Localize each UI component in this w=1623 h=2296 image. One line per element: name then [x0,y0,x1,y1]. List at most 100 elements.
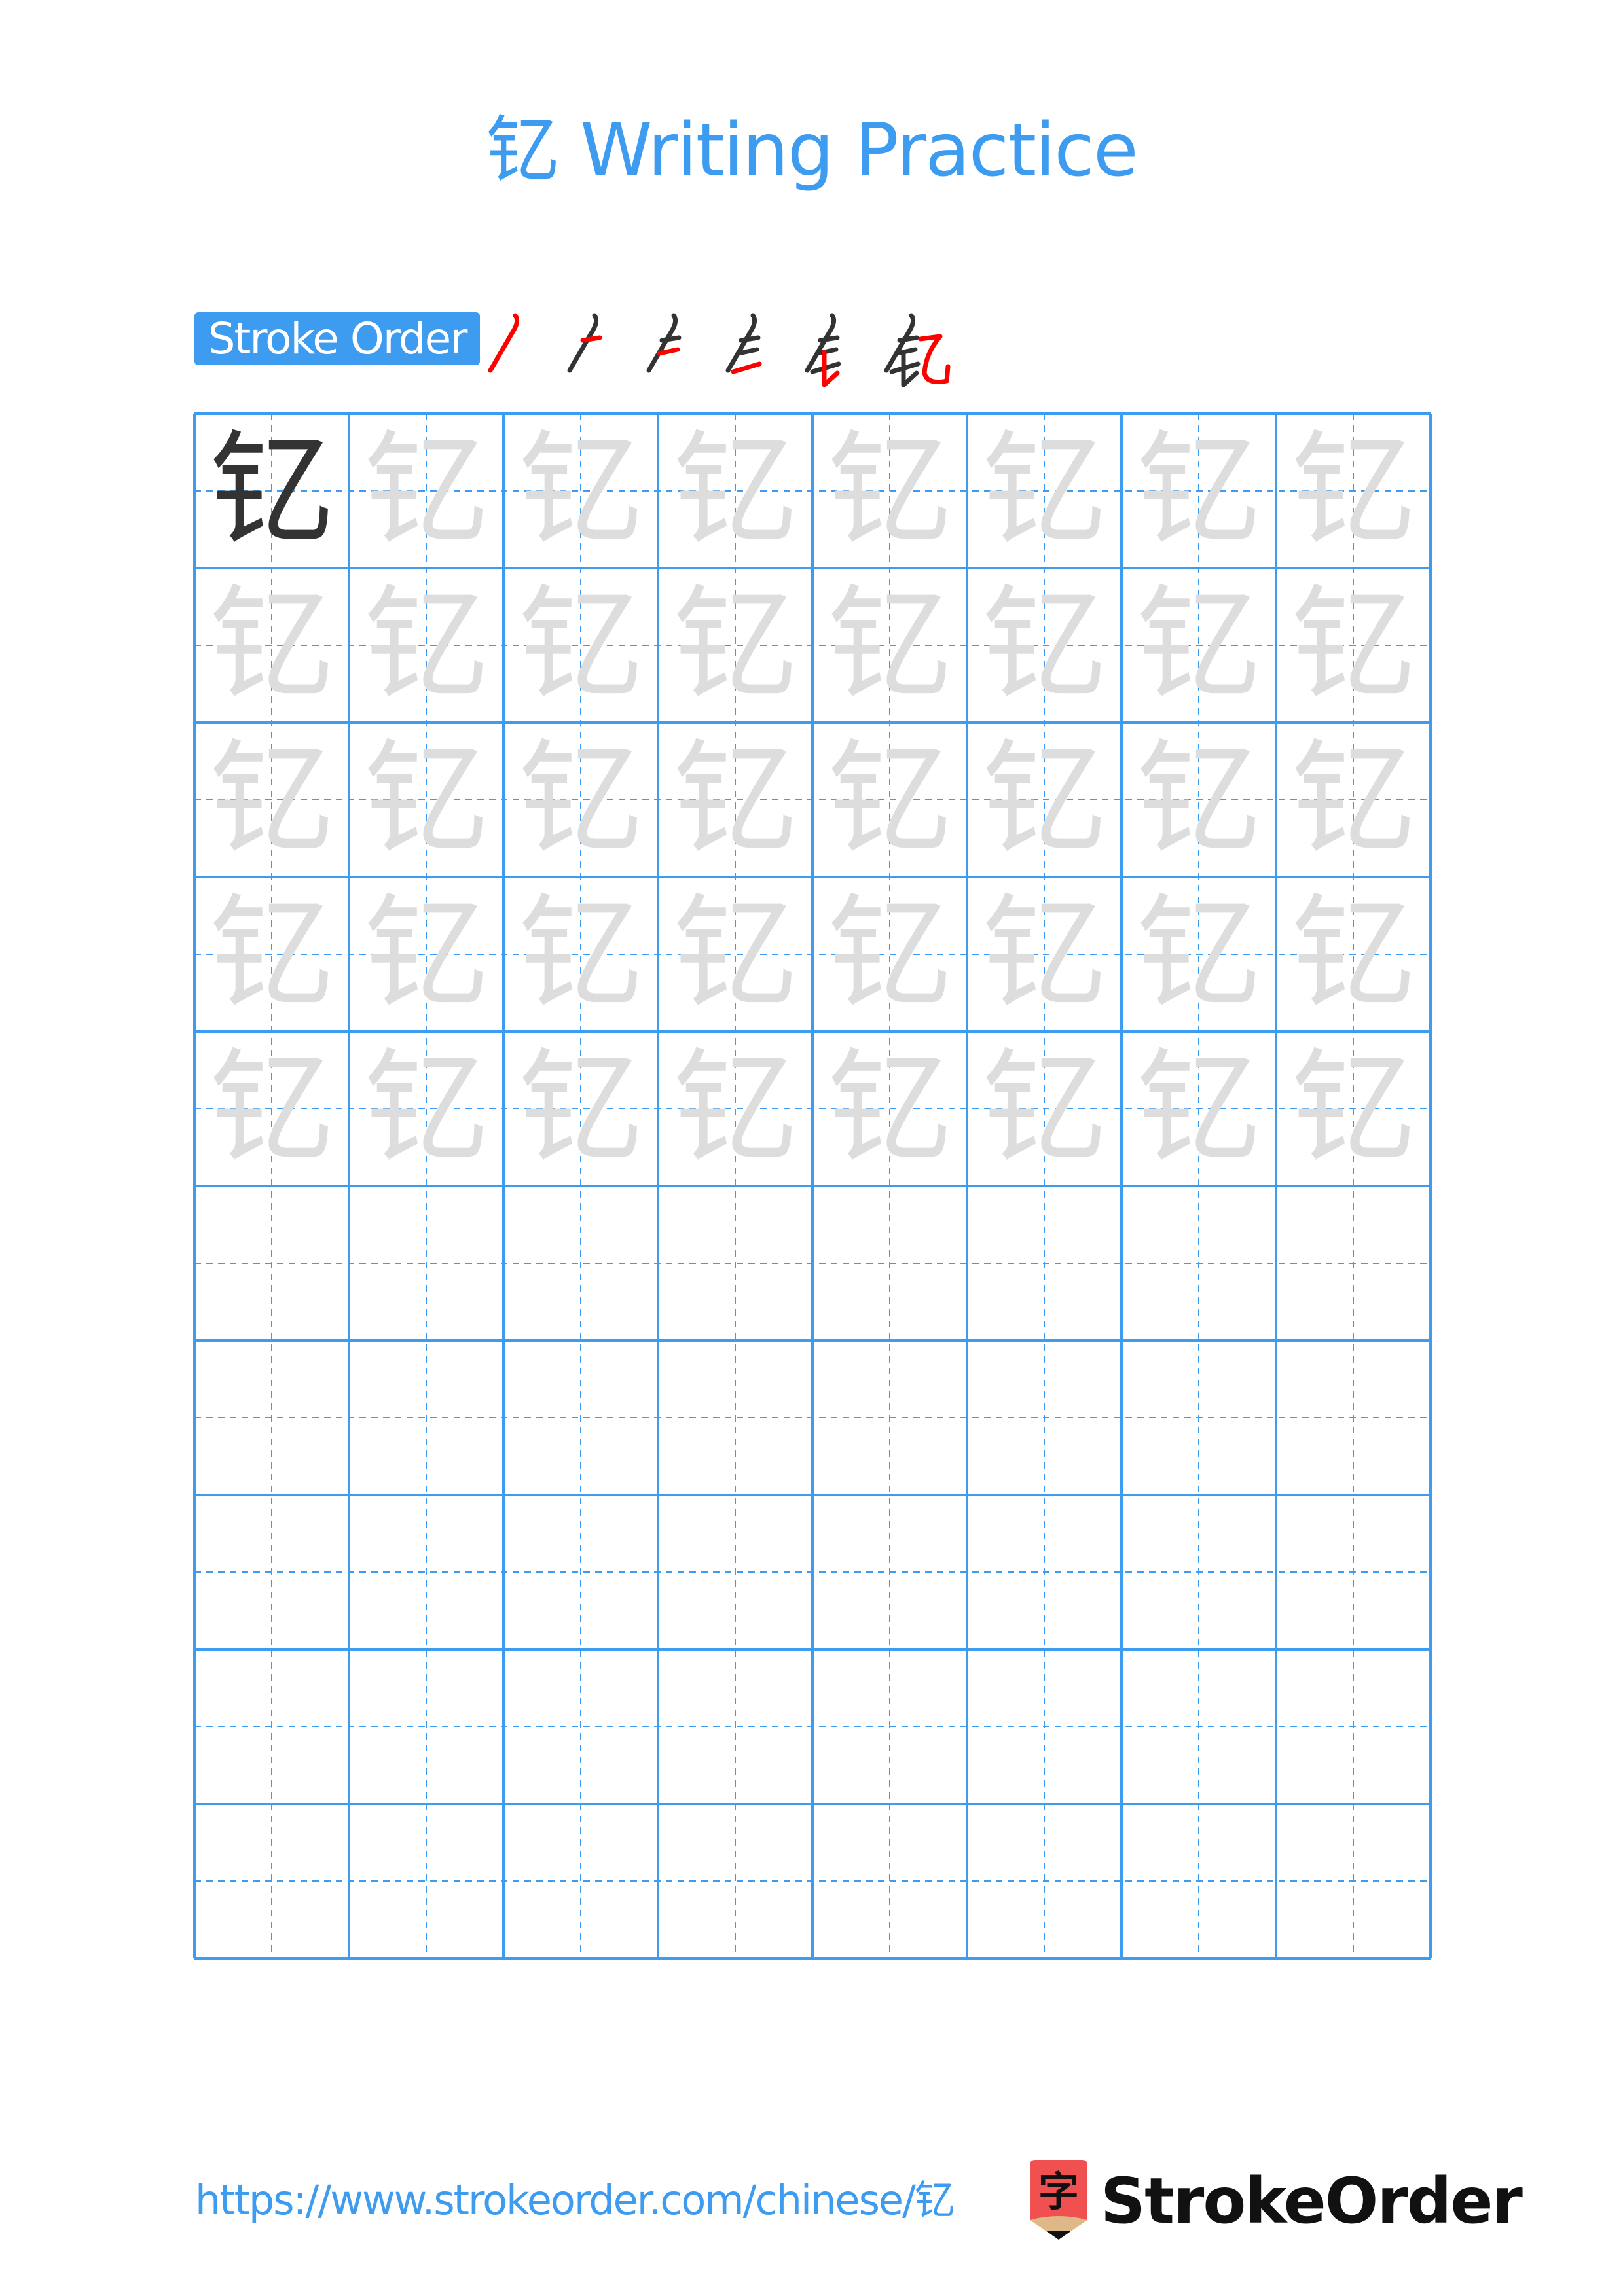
current-stroke [731,361,762,374]
practice-cell[interactable] [349,568,503,723]
practice-cell[interactable] [1122,1495,1276,1649]
previous-stroke [805,313,837,373]
practice-cell[interactable] [967,568,1122,723]
practice-cell[interactable] [812,414,967,568]
practice-cell[interactable] [812,723,967,877]
practice-cell[interactable] [503,1340,658,1495]
practice-cell[interactable] [658,1031,812,1186]
practice-cell[interactable] [1276,1186,1431,1340]
practice-cell[interactable] [1276,723,1431,877]
practice-cell[interactable] [658,1649,812,1804]
practice-cell[interactable] [967,723,1122,877]
stroke-step-glyph [805,313,841,387]
stroke-step-6 [877,308,951,393]
practice-cell[interactable] [1122,877,1276,1031]
stroke-step-2 [560,308,632,393]
practice-cell[interactable] [503,877,658,1031]
practice-cell[interactable] [349,1804,503,1958]
stroke-step-3 [640,308,712,393]
practice-cell[interactable] [349,723,503,877]
practice-cell[interactable] [1276,877,1431,1031]
practice-cell[interactable] [1122,1340,1276,1495]
practice-cell[interactable] [194,1649,349,1804]
stroke-step-4 [719,308,791,393]
practice-cell[interactable] [194,877,349,1031]
practice-cell[interactable] [349,1340,503,1495]
practice-cell[interactable] [967,877,1122,1031]
previous-stroke [567,313,599,373]
practice-cell[interactable] [1276,1495,1431,1649]
previous-stroke [884,313,916,373]
practice-cell[interactable] [1276,568,1431,723]
practice-cell[interactable] [967,1495,1122,1649]
stroke-step-1 [481,308,553,393]
practice-cell[interactable] [1122,414,1276,568]
practice-cell[interactable] [349,414,503,568]
practice-cell[interactable] [503,414,658,568]
practice-cell[interactable] [812,1031,967,1186]
practice-cell[interactable] [194,1804,349,1958]
practice-cell[interactable] [967,1804,1122,1958]
practice-cell[interactable] [1276,1031,1431,1186]
stroke-step-glyph [884,313,951,387]
practice-cell[interactable] [967,1340,1122,1495]
practice-cell[interactable] [1122,1649,1276,1804]
practice-cell[interactable] [812,1804,967,1958]
practice-cell[interactable] [349,1495,503,1649]
practice-cell[interactable] [194,1031,349,1186]
practice-cell[interactable] [503,1649,658,1804]
practice-cell[interactable] [194,414,349,568]
practice-cell[interactable] [1276,1340,1431,1495]
practice-cell[interactable] [1122,1031,1276,1186]
practice-cell[interactable] [194,1495,349,1649]
practice-cell[interactable] [1276,1804,1431,1958]
practice-cell[interactable] [812,1495,967,1649]
practice-grid: 钇钇钇钇钇钇钇钇钇钇钇钇钇钇钇钇钇钇钇钇钇钇钇钇钇钇钇钇钇钇钇钇钇钇钇钇钇钇钇钇 [193,412,1432,1960]
practice-cell[interactable] [658,1495,812,1649]
practice-cell[interactable] [194,1340,349,1495]
stroke-order-label: Stroke Order [194,312,480,365]
strokeorder-logo[interactable]: 字 StrokeOrder [1030,2160,1523,2242]
practice-cell[interactable] [967,1649,1122,1804]
practice-cell[interactable] [503,1804,658,1958]
practice-cell[interactable] [812,1649,967,1804]
practice-cell[interactable] [658,1340,812,1495]
practice-cell[interactable] [503,723,658,877]
practice-cell[interactable] [1122,723,1276,877]
practice-cell[interactable] [194,723,349,877]
practice-cell[interactable] [349,1186,503,1340]
practice-cell[interactable] [812,1186,967,1340]
practice-cell[interactable] [503,568,658,723]
practice-cell[interactable] [349,1649,503,1804]
practice-cell[interactable] [812,877,967,1031]
practice-cell[interactable] [658,877,812,1031]
practice-cell[interactable] [658,1804,812,1958]
stroke-step-glyph [488,313,520,373]
practice-cell[interactable] [349,877,503,1031]
current-stroke [488,313,520,373]
practice-cell[interactable] [503,1495,658,1649]
practice-cell[interactable] [1122,1186,1276,1340]
practice-cell[interactable] [1276,1649,1431,1804]
practice-cell[interactable] [503,1031,658,1186]
practice-cell[interactable] [658,1186,812,1340]
practice-cell[interactable] [194,568,349,723]
practice-cell[interactable] [349,1031,503,1186]
stroke-step-glyph [567,313,602,373]
practice-cell[interactable] [503,1186,658,1340]
practice-cell[interactable] [812,568,967,723]
practice-cell[interactable] [194,1186,349,1340]
previous-stroke [897,335,919,343]
footer-url-link[interactable]: https://www.strokeorder.com/chinese/钇 [195,2174,955,2227]
practice-cell[interactable] [967,1186,1122,1340]
practice-cell[interactable] [967,414,1122,568]
practice-cell[interactable] [1122,1804,1276,1958]
practice-cell[interactable] [658,414,812,568]
practice-cell[interactable] [1122,568,1276,723]
logo-text: StrokeOrder [1101,2164,1523,2238]
practice-cell[interactable] [967,1031,1122,1186]
practice-cell[interactable] [812,1340,967,1495]
practice-cell[interactable] [658,723,812,877]
practice-cell[interactable] [658,568,812,723]
practice-cell[interactable] [1276,414,1431,568]
